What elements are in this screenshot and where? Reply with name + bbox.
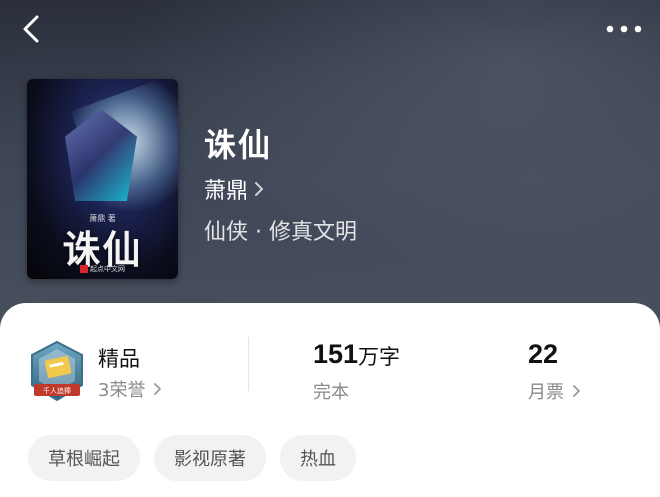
book-title: 诛仙 [204,126,273,164]
badge-emblem-text: 千人追捧 [43,386,71,395]
tag-chip[interactable]: 热血 [280,435,356,481]
more-horizontal-icon [606,25,642,33]
quality-badge-icon[interactable]: 千人追捧 [28,340,86,404]
word-count-value: 151 [313,339,359,369]
chevron-left-icon [23,15,39,43]
book-cover[interactable]: 萧鼎 著 诛仙 起点中文网 [27,79,178,279]
monthly-votes-label: 月票 [528,382,564,403]
author-name: 萧鼎 [204,179,249,204]
completion-status: 完本 [313,378,349,404]
book-info-card: 千人追捧 精品 3荣誉 151 万字 完本 22 月票 草根崛起 影视原著 热血 [0,303,660,497]
tag-chip[interactable]: 草根崛起 [28,435,140,481]
book-genre: 仙侠 · 修真文明 [204,220,357,245]
honors-link[interactable]: 3荣誉 [98,376,162,402]
publisher-logo-icon [80,265,88,273]
chevron-right-icon [154,383,162,395]
stats-divider [248,337,249,391]
cover-publisher-text: 起点中文网 [90,265,125,273]
completion-status-text: 完本 [313,382,349,403]
monthly-votes-link[interactable]: 月票 [528,378,581,404]
monthly-votes-value: 22 [528,339,559,369]
book-header: 萧鼎 著 诛仙 起点中文网 诛仙 萧鼎 仙侠 · 修真文明 [0,0,660,330]
cover-publisher: 起点中文网 [27,264,178,274]
back-button[interactable] [14,12,48,46]
honors-count: 3荣誉 [98,380,146,401]
author-link[interactable]: 萧鼎 [204,174,264,204]
tag-list: 草根崛起 影视原著 热血 [28,435,356,481]
more-options-button[interactable] [602,14,646,44]
chevron-right-icon [255,182,264,196]
badge-title: 精品 [98,347,140,371]
word-count-unit: 万字 [358,345,400,369]
tag-chip[interactable]: 影视原著 [154,435,266,481]
chevron-right-icon [573,385,580,397]
